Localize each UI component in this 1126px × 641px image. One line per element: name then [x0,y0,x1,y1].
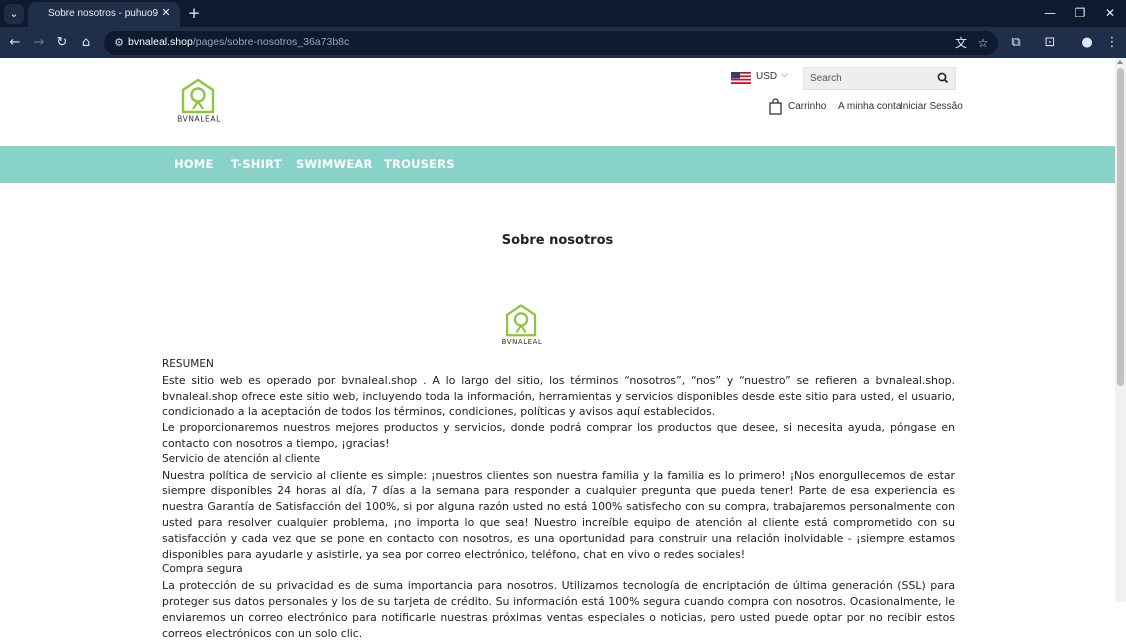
new-tab-plus-icon[interactable]: + [185,4,203,22]
shopping-bag-icon [769,98,782,115]
nav-item-swimwear[interactable]: SWIMWEAR [296,157,373,171]
url-host: bvnaleal.shop [128,36,193,48]
restore-icon[interactable]: ❐ [1064,0,1096,27]
nav-item-t-shirt[interactable]: T-SHIRT [231,157,282,171]
us-flag-icon [731,72,751,84]
chevron-down-icon: ⌵ [781,70,788,80]
reload-icon[interactable]: ↻ [52,33,72,53]
forward-arrow-icon[interactable]: → [29,33,49,53]
screenshot-capture-icon[interactable]: ⊡ [1040,33,1060,53]
content-logo: BVNALEAL [495,303,549,347]
page-scrollbar[interactable] [1115,58,1126,602]
search-box [803,67,956,90]
search-icon[interactable] [936,71,950,85]
back-arrow-icon[interactable]: ← [5,33,25,53]
browser-titlebar: ⌄ Sobre nosotros - puhuo9 ✕ + — ❐ ✕ [0,0,1126,27]
search-input[interactable] [810,71,930,86]
profile-avatar-icon[interactable]: ● [1077,33,1097,53]
currency-code: USD [756,71,778,82]
url-text[interactable]: bvnaleal.shop/pages/sobre-nosotros_36a73… [128,36,349,48]
home-icon[interactable]: ⌂ [76,33,96,53]
minimize-icon[interactable]: — [1034,0,1066,27]
scrollbar-thumb[interactable] [1117,68,1124,386]
paragraph-secure-shopping: La protección de su privacidad es de sum… [162,579,955,640]
tab-title: Sobre nosotros - puhuo9 [48,8,159,19]
paragraph-products: Le proporcionaremos nuestros mejores pro… [162,421,955,450]
address-bar[interactable]: ⚙ bvnaleal.shop/pages/sobre-nosotros_36a… [104,31,998,55]
section-heading-resumen: RESUMEN [162,358,214,370]
cart-label: Carrinho [788,101,827,112]
my-account-link[interactable]: A minha conta [838,101,901,112]
paragraph-intro: Este sitio web es operado por bvnaleal.s… [162,373,955,419]
page-title: Sobre nosotros [501,232,614,248]
nav-item-trousers[interactable]: TROUSERS [384,157,455,171]
section-heading-secure-shopping: Compra segura [162,563,243,576]
main-nav: HOME T-SHIRT SWIMWEAR TROUSERS [0,146,1115,183]
bookmark-star-icon[interactable]: ☆ [974,34,992,52]
about-content: RESUMEN Este sitio web es operado por bv… [162,357,955,641]
scroll-up-arrow-icon[interactable] [1117,60,1123,64]
site-logo[interactable]: BVNALEAL [170,78,228,124]
login-link[interactable]: Iniciar Sessão [900,101,963,112]
extensions-puzzle-icon[interactable]: ⧉ [1006,33,1026,53]
window-close-icon[interactable]: ✕ [1094,0,1126,27]
translate-icon[interactable]: 文 [952,34,970,52]
browser-toolbar: ← → ↻ ⌂ ⚙ bvnaleal.shop/pages/sobre-noso… [0,27,1126,58]
tab-search-chevron-icon[interactable]: ⌄ [4,4,24,24]
site-info-tune-icon[interactable]: ⚙ [110,34,128,52]
paragraph-customer-service: Nuestra política de servicio al cliente … [162,468,955,561]
url-path: /pages/sobre-nosotros_36a73b8c [192,36,350,48]
nav-item-home[interactable]: HOME [174,157,214,171]
browser-tab-active[interactable]: Sobre nosotros - puhuo9 ✕ [28,2,180,27]
logo-wordmark: BVNALEAL [177,115,221,124]
content-logo-wordmark: BVNALEAL [502,338,543,346]
browser-menu-kebab-icon[interactable]: ⋮ [1102,33,1122,53]
tab-close-icon[interactable]: ✕ [158,5,174,21]
section-heading-customer-service: Servicio de atención al cliente [162,452,321,465]
